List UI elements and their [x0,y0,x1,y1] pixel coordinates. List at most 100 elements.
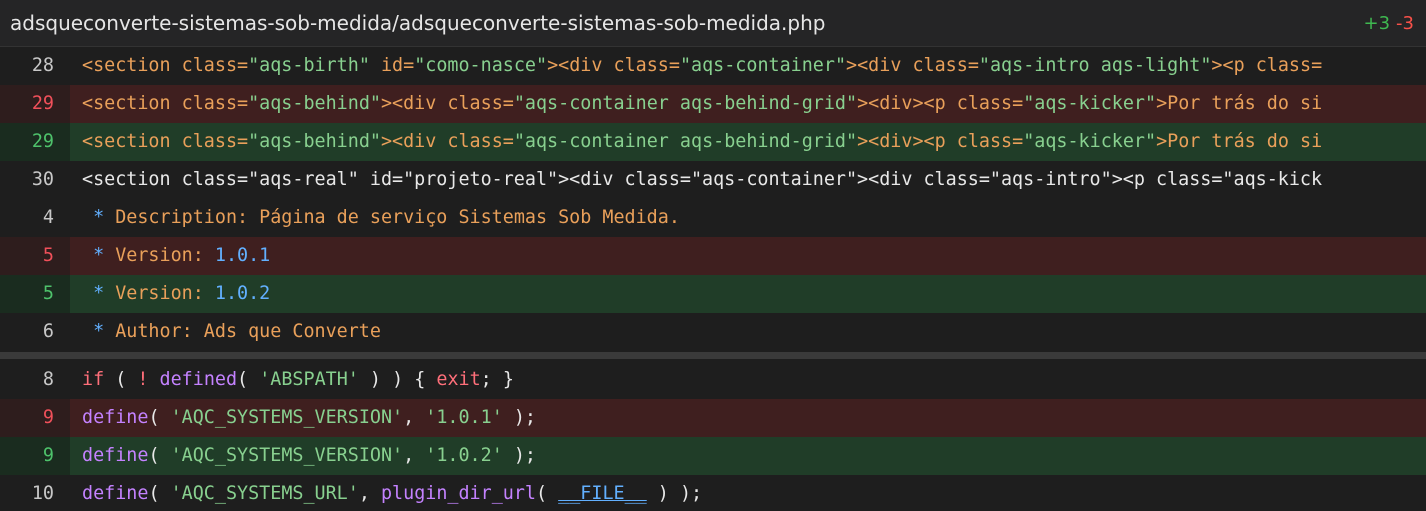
code-content: <section class="aqs-birth" id="como-nasc… [70,47,1426,85]
diff-hunks: 28 <section class="aqs-birth" id="como-na… [0,47,1426,511]
code-content: <section class="aqs-behind"><div class="… [70,85,1426,123]
line-number: 9 [0,399,70,437]
code-token: id= [369,55,415,76]
context-line[interactable]: 4 * Description: Página de serviço Siste… [0,199,1426,237]
code-token: ><div [380,93,448,114]
code-token: <section class="aqs-real" id="projeto-re… [82,169,1323,190]
code-content: * Version: 1.0.1 [70,237,1426,275]
code-token: "aqs-birth" [248,55,370,76]
deletions-count: -3 [1396,12,1414,34]
code-token: ><div [547,55,614,76]
code-content: <section class="aqs-real" id="projeto-re… [70,161,1426,199]
code-token: * [82,207,116,228]
code-token: ( [237,369,260,390]
code-token: 'ABSPATH' [259,369,359,390]
code-token: "aqs-kicker" [1023,131,1157,152]
line-number: 30 [0,161,70,199]
code-token: class= [912,55,979,76]
code-token: ) ) { [358,369,437,390]
code-token: , [358,483,381,504]
code-content: * Description: Página de serviço Sistema… [70,199,1426,237]
code-token: "aqs-container" [679,55,847,76]
code-token: 'AQC_SYSTEMS_VERSION' [170,407,404,428]
code-token: class= [447,93,514,114]
code-token: ; } [480,369,514,390]
added-line[interactable]: 29 <section class="aqs-behind"><div class… [0,123,1426,161]
added-line[interactable]: 9 define( 'AQC_SYSTEMS_VERSION', '1.0.2' … [0,437,1426,475]
line-number: 9 [0,437,70,475]
code-token: , [403,407,426,428]
code-token: ( [536,483,559,504]
code-token: '1.0.2' [425,445,503,466]
line-number: 5 [0,275,70,313]
code-token: Author: Ads que Converte [115,321,381,342]
code-token: 1.0.1 [214,245,271,266]
code-token: class= [181,131,249,152]
code-token: ); [502,445,536,466]
code-token: __FILE__ [558,483,647,504]
code-token: <section [82,93,182,114]
code-content: define( 'AQC_SYSTEMS_VERSION', '1.0.1' )… [70,399,1426,437]
code-token: ( [148,483,171,504]
code-token: Version: [115,245,215,266]
code-token: define [82,407,149,428]
code-token: ><div [380,131,448,152]
line-number: 10 [0,475,70,511]
line-number: 29 [0,123,70,161]
code-token: 'AQC_SYSTEMS_URL' [170,483,359,504]
code-token: "aqs-container aqs-behind-grid" [513,93,858,114]
code-token: class= [1255,55,1323,76]
code-token: ( [148,407,171,428]
code-token: class= [956,131,1024,152]
diff-view: adsqueconverte-sistemas-sob-medida/adsqu… [0,0,1426,511]
code-token: "aqs-behind" [248,93,381,114]
code-token: * [82,245,116,266]
diff-hunk: 8 if ( ! defined( 'ABSPATH' ) ) { exit; }… [0,361,1426,511]
removed-line[interactable]: 5 * Version: 1.0.1 [0,237,1426,275]
code-token: , [403,445,426,466]
code-token: Description: Página de serviço Sistemas … [115,207,680,228]
code-token: class= [181,93,249,114]
code-content: * Author: Ads que Converte [70,313,1426,351]
additions-count: +3 [1363,12,1391,34]
file-path[interactable]: adsqueconverte-sistemas-sob-medida/adsqu… [10,11,825,35]
context-line[interactable]: 28 <section class="aqs-birth" id="como-na… [0,47,1426,85]
code-token: Por trás do si [1167,93,1323,114]
code-token: ><p [1211,55,1256,76]
line-number: 5 [0,237,70,275]
context-line[interactable]: 10 define( 'AQC_SYSTEMS_URL', plugin_dir_… [0,475,1426,511]
code-token: <section [82,55,182,76]
context-line[interactable]: 6 * Author: Ads que Converte [0,313,1426,351]
code-token: 'AQC_SYSTEMS_VERSION' [170,445,404,466]
code-token: class= [613,55,680,76]
file-header[interactable]: adsqueconverte-sistemas-sob-medida/adsqu… [0,0,1426,47]
code-content: define( 'AQC_SYSTEMS_VERSION', '1.0.2' )… [70,437,1426,475]
line-number: 28 [0,47,70,85]
code-token: plugin_dir_url [380,483,536,504]
code-token: defined [159,369,238,390]
context-line[interactable]: 30 <section class="aqs-real" id="projeto-… [0,161,1426,199]
line-number: 8 [0,361,70,399]
code-token: ( [104,369,138,390]
line-number: 29 [0,85,70,123]
hunk-separator[interactable] [0,352,1426,359]
code-token: 1.0.2 [214,283,271,304]
code-token: ) ); [646,483,703,504]
code-token: Version: [115,283,215,304]
removed-line[interactable]: 9 define( 'AQC_SYSTEMS_VERSION', '1.0.1' … [0,399,1426,437]
code-token: > [1156,93,1168,114]
code-token: define [82,483,149,504]
code-content: define( 'AQC_SYSTEMS_URL', plugin_dir_ur… [70,475,1426,511]
context-line[interactable]: 8 if ( ! defined( 'ABSPATH' ) ) { exit; } [0,361,1426,399]
removed-line[interactable]: 29 <section class="aqs-behind"><div class… [0,85,1426,123]
code-token: ! [137,369,149,390]
code-token: ><div [846,55,913,76]
added-line[interactable]: 5 * Version: 1.0.2 [0,275,1426,313]
diff-stats: +3 -3 [1364,13,1415,34]
code-token: * [82,321,116,342]
code-token: * [82,283,116,304]
code-token: exit [436,369,481,390]
code-token: ><div><p [857,131,957,152]
code-content: if ( ! defined( 'ABSPATH' ) ) { exit; } [70,361,1426,399]
